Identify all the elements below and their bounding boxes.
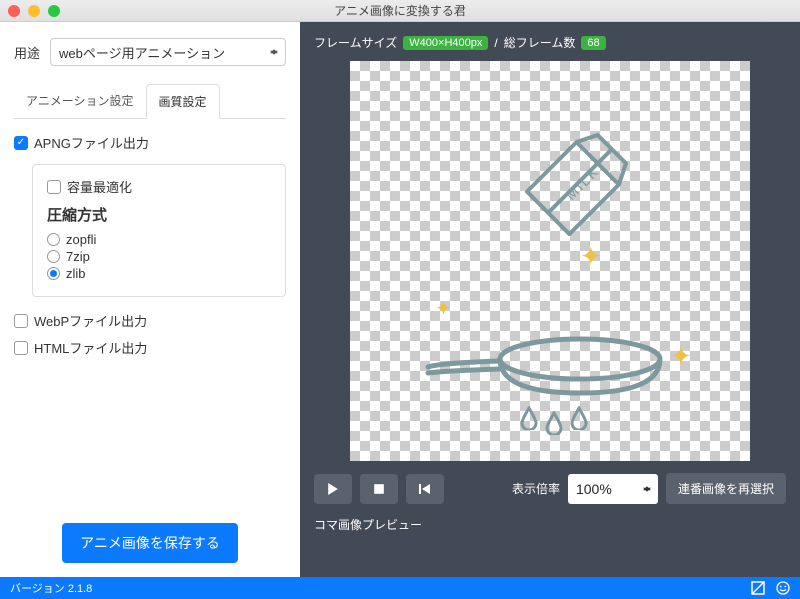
- version-label: バージョン 2.1.8: [10, 580, 92, 596]
- playback-controls: 表示倍率 100% 連番画像を再選択: [314, 473, 786, 504]
- preview-panel: フレームサイズ W400×H400px / 総フレーム数 68 MILK: [300, 22, 800, 577]
- frame-info-separator: /: [494, 36, 497, 50]
- compression-zlib-radio[interactable]: [47, 267, 60, 280]
- reselect-images-button[interactable]: 連番画像を再選択: [666, 473, 786, 504]
- compression-zopfli-radio[interactable]: [47, 233, 60, 246]
- svg-text:MILK: MILK: [562, 163, 602, 203]
- frame-preview-label: コマ画像プレビュー: [314, 516, 786, 533]
- play-icon: [327, 483, 339, 495]
- zoom-label: 表示倍率: [512, 480, 560, 497]
- tab-animation-settings[interactable]: アニメーション設定: [14, 84, 146, 118]
- first-frame-button[interactable]: [406, 474, 444, 504]
- smile-icon[interactable]: [775, 581, 790, 596]
- apng-subpanel: 容量最適化 圧縮方式 zopfli 7zip zlib: [32, 164, 286, 297]
- tool-icon[interactable]: [750, 581, 765, 596]
- compression-zlib-label: zlib: [66, 266, 86, 281]
- frame-size-badge: W400×H400px: [403, 36, 488, 50]
- save-animation-button[interactable]: アニメ画像を保存する: [62, 523, 238, 563]
- zoom-select-value: 100%: [576, 481, 612, 497]
- webp-output-label: WebPファイル出力: [34, 311, 147, 330]
- water-drop-icon: [545, 411, 563, 435]
- html-output-label: HTMLファイル出力: [34, 338, 147, 357]
- frame-size-label: フレームサイズ: [314, 34, 397, 51]
- webp-output-checkbox[interactable]: [14, 314, 28, 328]
- apng-output-label: APNGファイル出力: [34, 133, 149, 152]
- tab-quality-settings[interactable]: 画質設定: [146, 84, 220, 119]
- statusbar: バージョン 2.1.8: [0, 577, 800, 599]
- sparkle-icon: ✦: [670, 341, 692, 372]
- stop-icon: [373, 483, 385, 495]
- apng-output-checkbox[interactable]: ✓: [14, 136, 28, 150]
- compression-zopfli-label: zopfli: [66, 232, 96, 247]
- compression-7zip-radio[interactable]: [47, 250, 60, 263]
- stop-button[interactable]: [360, 474, 398, 504]
- purpose-select-value: webページ用アニメーション: [59, 43, 225, 62]
- purpose-select[interactable]: webページ用アニメーション: [50, 38, 286, 66]
- compression-heading: 圧縮方式: [47, 204, 271, 225]
- purpose-label: 用途: [14, 43, 40, 62]
- settings-tabs: アニメーション設定 画質設定: [14, 84, 286, 119]
- sparkle-icon: ✦: [580, 241, 602, 272]
- skip-back-icon: [419, 483, 431, 495]
- water-drop-icon: [520, 406, 538, 430]
- optimize-label: 容量最適化: [67, 177, 132, 196]
- milk-carton-icon: MILK: [502, 103, 658, 259]
- window-title: アニメ画像に変換する君: [0, 2, 800, 19]
- water-drop-icon: [570, 406, 588, 430]
- frame-count-badge: 68: [581, 36, 605, 50]
- sparkle-icon: ✦: [435, 296, 452, 321]
- titlebar: アニメ画像に変換する君: [0, 0, 800, 22]
- optimize-checkbox[interactable]: [47, 180, 61, 194]
- zoom-select[interactable]: 100%: [568, 474, 658, 504]
- compression-7zip-label: 7zip: [66, 249, 90, 264]
- square-split-icon: [751, 581, 765, 595]
- play-button[interactable]: [314, 474, 352, 504]
- frame-count-label: 総フレーム数: [504, 34, 576, 51]
- html-output-checkbox[interactable]: [14, 341, 28, 355]
- face-smile-icon: [776, 581, 790, 595]
- settings-panel: 用途 webページ用アニメーション アニメーション設定 画質設定 ✓ APNGフ…: [0, 22, 300, 577]
- preview-canvas: MILK ✦ ✦ ✦: [350, 61, 750, 461]
- frame-info-bar: フレームサイズ W400×H400px / 総フレーム数 68: [314, 34, 786, 51]
- frying-pan-icon: [420, 321, 680, 411]
